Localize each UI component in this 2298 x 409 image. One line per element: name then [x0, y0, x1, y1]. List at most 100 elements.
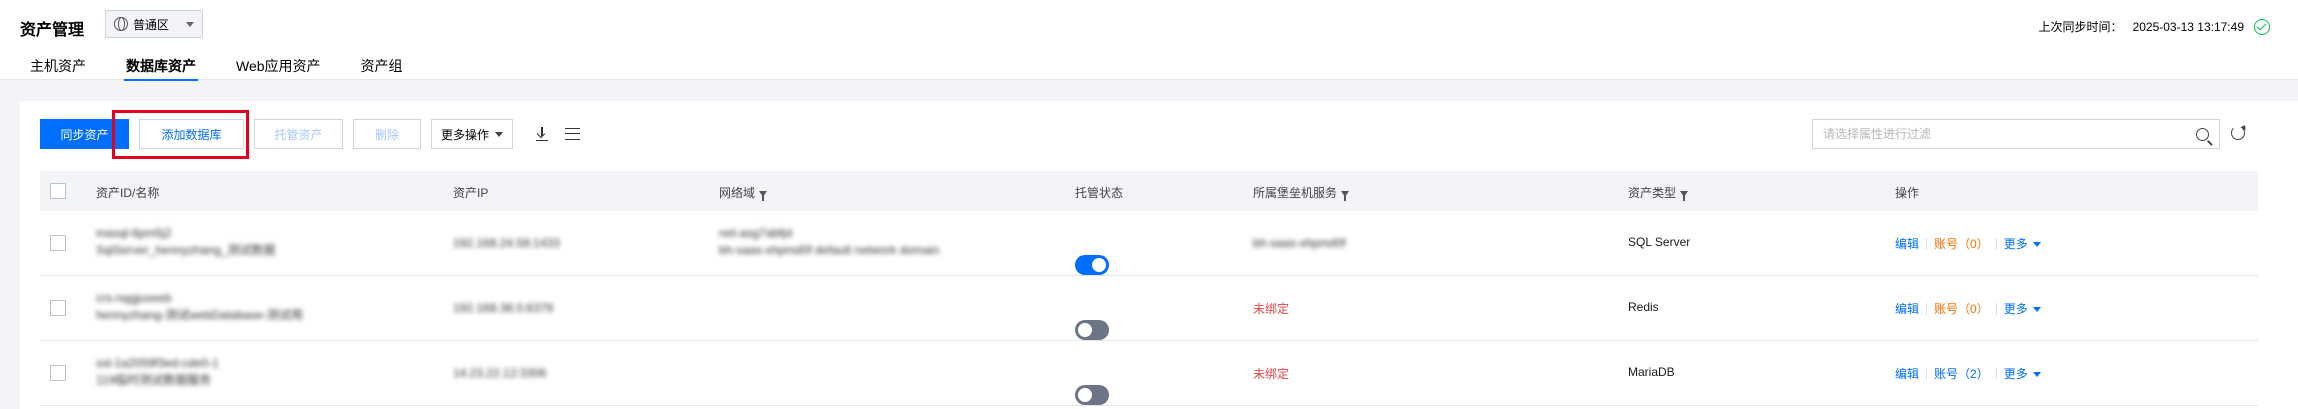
- more-link[interactable]: 更多: [2004, 365, 2041, 382]
- column-settings-button[interactable]: [561, 119, 583, 149]
- edit-link[interactable]: 编辑: [1895, 235, 1919, 252]
- sync-assets-button[interactable]: 同步资产: [40, 119, 129, 149]
- managed-toggle[interactable]: [1075, 320, 1109, 340]
- chevron-down-icon: [495, 131, 503, 137]
- more-actions-label: 更多操作: [440, 127, 489, 142]
- col-network-domain[interactable]: 网络域: [719, 184, 768, 201]
- domain-id: net-asg7abfpt: [719, 226, 793, 240]
- table-header: 资产ID/名称 资产IP 网络域 托管状态 所属堡垒机服务 资产类型 操作: [40, 171, 2258, 211]
- table-row: crs-nqgjuxeeb hennyzhang-测试webDatabase-测…: [40, 276, 2258, 341]
- bastion-service: bh-saas-xhpmd0f: [1253, 236, 1346, 250]
- separator: [1995, 367, 1997, 380]
- col-asset-type-label: 资产类型: [1628, 186, 1677, 200]
- sync-time: 2025-03-13 13:17:49: [2132, 19, 2244, 34]
- filter-icon[interactable]: [759, 190, 768, 201]
- toolbar: 同步资产 添加数据库 托管资产 删除 更多操作: [40, 119, 583, 149]
- account-link[interactable]: 账号（2）: [1934, 365, 1989, 382]
- asset-type: SQL Server: [1628, 235, 1691, 249]
- row-operations: 编辑 账号（2） 更多: [1895, 365, 2041, 382]
- row-checkbox[interactable]: [50, 235, 66, 251]
- row-operations: 编辑 账号（0） 更多: [1895, 300, 2041, 317]
- globe-icon: [114, 17, 128, 31]
- asset-name: hennyzhang-测试webDatabase-测试用: [96, 308, 303, 322]
- chevron-down-icon: [2032, 242, 2041, 248]
- edit-link[interactable]: 编辑: [1895, 300, 1919, 317]
- search-icon[interactable]: [2196, 127, 2209, 141]
- asset-name: SqlServer_hennyzhang_测试数据: [96, 243, 276, 257]
- asset-id: masql-6pm5j2: [96, 226, 172, 240]
- table-row: masql-6pm5j2 SqlServer_hennyzhang_测试数据 1…: [40, 211, 2258, 276]
- more-link-label: 更多: [2003, 237, 2028, 251]
- asset-table: 资产ID/名称 资产IP 网络域 托管状态 所属堡垒机服务 资产类型 操作 ma…: [40, 171, 2258, 406]
- more-actions-button[interactable]: 更多操作: [431, 119, 513, 149]
- edit-link[interactable]: 编辑: [1895, 365, 1919, 382]
- sync-label: 上次同步时间：: [2038, 20, 2123, 34]
- chevron-down-icon: [186, 21, 194, 27]
- col-network-domain-label: 网络域: [719, 186, 756, 200]
- delete-button[interactable]: 删除: [353, 119, 421, 149]
- separator: [1995, 302, 1997, 315]
- filter-search-box[interactable]: [1812, 119, 2220, 149]
- asset-tabs: 主机资产 数据库资产 Web应用资产 资产组: [30, 56, 443, 81]
- chevron-down-icon: [2032, 307, 2041, 313]
- download-button[interactable]: [531, 119, 553, 149]
- region-selector[interactable]: 普通区: [105, 10, 203, 38]
- row-checkbox[interactable]: [50, 300, 66, 316]
- asset-type: Redis: [1628, 300, 1659, 314]
- region-label: 普通区: [133, 17, 170, 32]
- select-all-checkbox[interactable]: [50, 183, 66, 199]
- asset-list-card: 同步资产 添加数据库 托管资产 删除 更多操作 资产ID/名称 资产IP 网络域…: [20, 101, 2298, 409]
- download-icon: [536, 127, 548, 141]
- asset-id: crs-nqgjuxeeb: [96, 291, 172, 305]
- more-link[interactable]: 更多: [2004, 235, 2041, 252]
- filter-icon[interactable]: [1341, 190, 1350, 201]
- domain-name: bh-saas-xhpmd0f default network domain: [719, 243, 940, 257]
- asset-id-cell: masql-6pm5j2 SqlServer_hennyzhang_测试数据: [96, 225, 275, 259]
- col-asset-type[interactable]: 资产类型: [1628, 184, 1689, 201]
- check-circle-icon: [2254, 18, 2270, 35]
- col-bastion-service[interactable]: 所属堡垒机服务: [1253, 184, 1350, 201]
- asset-type: MariaDB: [1628, 365, 1675, 379]
- more-link-label: 更多: [2003, 367, 2028, 381]
- col-asset-id: 资产ID/名称: [96, 186, 160, 200]
- tab-host-assets[interactable]: 主机资产: [30, 56, 86, 80]
- list-icon: [564, 128, 580, 140]
- account-link[interactable]: 账号（0）: [1934, 235, 1989, 252]
- table-row: ssl-1a2059f3ed-cde0-1 119临时测试数据服务 14.23.…: [40, 341, 2258, 406]
- network-domain-cell: net-asg7abfpt bh-saas-xhpmd0f default ne…: [719, 225, 939, 259]
- row-checkbox[interactable]: [50, 365, 66, 381]
- more-link[interactable]: 更多: [2004, 300, 2041, 317]
- bastion-service: 未绑定: [1253, 302, 1290, 316]
- separator: [1926, 237, 1928, 250]
- page-title: 资产管理: [20, 22, 85, 39]
- account-link[interactable]: 账号（0）: [1934, 300, 1989, 317]
- managed-toggle[interactable]: [1075, 255, 1109, 275]
- tab-web-assets[interactable]: Web应用资产: [236, 56, 321, 80]
- asset-name: 119临时测试数据服务: [96, 373, 212, 387]
- asset-ip: 14.23.22.12:3306: [453, 366, 547, 380]
- more-link-label: 更多: [2003, 302, 2028, 316]
- separator: [1926, 367, 1928, 380]
- bastion-service: 未绑定: [1253, 367, 1290, 381]
- host-assets-button[interactable]: 托管资产: [254, 119, 343, 149]
- col-bastion-service-label: 所属堡垒机服务: [1253, 186, 1338, 200]
- col-managed-status: 托管状态: [1075, 186, 1124, 200]
- search-input[interactable]: [1823, 127, 2196, 141]
- col-asset-ip: 资产IP: [453, 186, 489, 200]
- col-operations: 操作: [1895, 186, 1920, 200]
- asset-ip: 192.168.38.5:6379: [453, 301, 554, 315]
- asset-id: ssl-1a2059f3ed-cde0-1: [96, 356, 219, 370]
- tab-asset-groups[interactable]: 资产组: [361, 56, 403, 80]
- separator: [1995, 237, 1997, 250]
- sync-info: 上次同步时间： 2025-03-13 13:17:49: [2039, 18, 2270, 35]
- refresh-icon[interactable]: [2231, 126, 2245, 140]
- asset-id-cell: crs-nqgjuxeeb hennyzhang-测试webDatabase-测…: [96, 290, 303, 324]
- tab-database-assets[interactable]: 数据库资产: [124, 56, 198, 81]
- row-operations: 编辑 账号（0） 更多: [1895, 235, 2041, 252]
- filter-icon[interactable]: [1680, 190, 1689, 201]
- managed-toggle[interactable]: [1075, 385, 1109, 405]
- top-header: 资产管理 普通区 上次同步时间： 2025-03-13 13:17:49 主机资…: [0, 0, 2298, 81]
- asset-id-cell: ssl-1a2059f3ed-cde0-1 119临时测试数据服务: [96, 355, 219, 389]
- add-database-button[interactable]: 添加数据库: [139, 119, 244, 149]
- chevron-down-icon: [2032, 372, 2041, 378]
